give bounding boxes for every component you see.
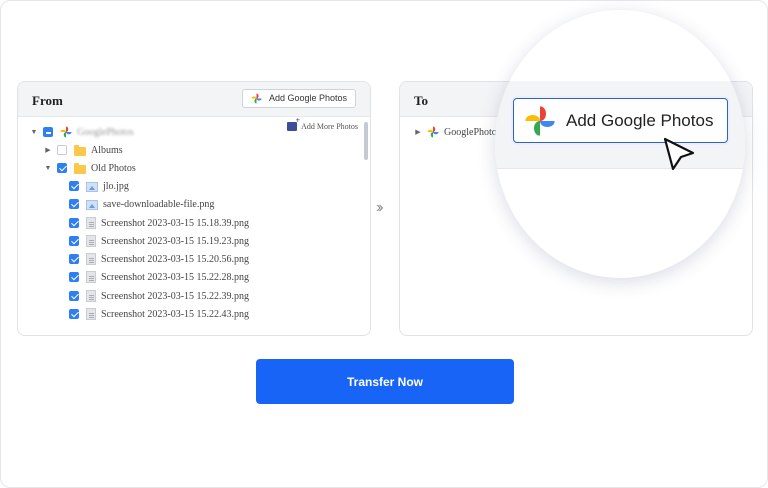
google-photos-icon: [525, 105, 555, 136]
checkbox-checked[interactable]: [69, 309, 79, 319]
tree-item-label: Old Photos: [91, 162, 136, 174]
google-photos-icon: [427, 126, 439, 138]
from-panel-title: From: [32, 93, 63, 108]
tree-item-file[interactable]: Screenshot 2023-03-15 15.19.23.png: [69, 233, 249, 249]
transfer-now-button[interactable]: Transfer Now: [256, 359, 514, 404]
tree-item-label: GooglePhotos: [444, 126, 501, 138]
tree-item-label: Screenshot 2023-03-15 15.22.39.png: [101, 290, 250, 302]
folder-icon: [74, 162, 86, 174]
add-photo-icon: [287, 116, 300, 131]
tree-item-label: Screenshot 2023-03-15 15.18.39.png: [101, 217, 250, 229]
zoom-callout: Add Google Photos: [495, 10, 745, 278]
caret-right-icon[interactable]: ▶: [44, 146, 52, 154]
scrollbar-thumb[interactable]: [364, 122, 368, 160]
document-icon: [86, 308, 96, 320]
document-icon: [86, 217, 96, 229]
add-google-photos-button-zoomed[interactable]: Add Google Photos: [513, 98, 728, 143]
tree-item-file[interactable]: Screenshot 2023-03-15 15.18.39.png: [69, 215, 249, 231]
folder-icon: [74, 144, 86, 156]
tree-item-file[interactable]: Screenshot 2023-03-15 15.22.39.png: [69, 288, 249, 304]
double-chevron-right-icon: ››: [376, 199, 383, 216]
checkbox-checked[interactable]: [69, 181, 79, 191]
google-photos-icon: [251, 93, 262, 104]
tree-item-label: Screenshot 2023-03-15 15.20.56.png: [101, 253, 250, 265]
caret-down-icon[interactable]: ▼: [44, 164, 52, 172]
checkbox-checked[interactable]: [69, 291, 79, 301]
checkbox-checked[interactable]: [69, 254, 79, 264]
image-file-icon: [86, 181, 98, 192]
tree-item-root[interactable]: ▶ GooglePhotos: [414, 124, 501, 140]
checkbox-checked[interactable]: [69, 218, 79, 228]
add-google-photos-label: Add Google Photos: [566, 110, 714, 130]
checkbox-checked[interactable]: [57, 163, 67, 173]
document-icon: [86, 253, 96, 265]
tree-item-root[interactable]: ▼ GooglePhotos: [30, 124, 134, 140]
google-photos-icon: [60, 126, 72, 138]
tree-item-file[interactable]: save-downloadable-file.png: [69, 196, 214, 212]
tree-item-label: GooglePhotos: [77, 126, 134, 138]
add-more-photos-label: Add More Photos: [301, 122, 358, 131]
pointer-cursor-icon: [663, 137, 695, 171]
add-google-photos-button[interactable]: Add Google Photos: [241, 89, 356, 108]
checkbox-checked[interactable]: [69, 199, 79, 209]
tree-item-label: Screenshot 2023-03-15 15.22.28.png: [101, 271, 250, 283]
checkbox-unchecked[interactable]: [57, 145, 67, 155]
checkbox-partial[interactable]: [43, 127, 53, 137]
tree-item-label: jlo.jpg: [103, 180, 129, 192]
image-file-icon: [86, 199, 98, 210]
tree-item-old-photos[interactable]: ▼ Old Photos: [44, 160, 136, 176]
from-panel: From Add Google Photos Add More Photos: [17, 81, 371, 336]
tree-item-file[interactable]: Screenshot 2023-03-15 15.22.43.png: [69, 306, 249, 322]
tree-item-label: save-downloadable-file.png: [103, 198, 215, 210]
tree-item-label: Albums: [91, 144, 123, 156]
checkbox-checked[interactable]: [69, 236, 79, 246]
add-google-photos-label: Add Google Photos: [268, 93, 347, 103]
tree-item-label: Screenshot 2023-03-15 15.19.23.png: [101, 235, 250, 247]
document-icon: [86, 290, 96, 302]
caret-down-icon[interactable]: ▼: [30, 128, 38, 136]
document-icon: [86, 235, 96, 247]
document-icon: [86, 271, 96, 283]
tree-item-label: Screenshot 2023-03-15 15.22.43.png: [101, 308, 250, 320]
checkbox-checked[interactable]: [69, 272, 79, 282]
tree-item-file[interactable]: Screenshot 2023-03-15 15.20.56.png: [69, 251, 249, 267]
tree-item-file[interactable]: Screenshot 2023-03-15 15.22.28.png: [69, 269, 249, 285]
to-panel-title: To: [414, 93, 428, 108]
tree-item-albums[interactable]: ▶ Albums: [44, 142, 123, 158]
from-panel-header: From Add Google Photos: [18, 82, 370, 117]
tree-item-file[interactable]: jlo.jpg: [69, 178, 129, 194]
caret-right-icon[interactable]: ▶: [414, 128, 422, 136]
add-more-photos-link[interactable]: Add More Photos: [287, 116, 358, 131]
